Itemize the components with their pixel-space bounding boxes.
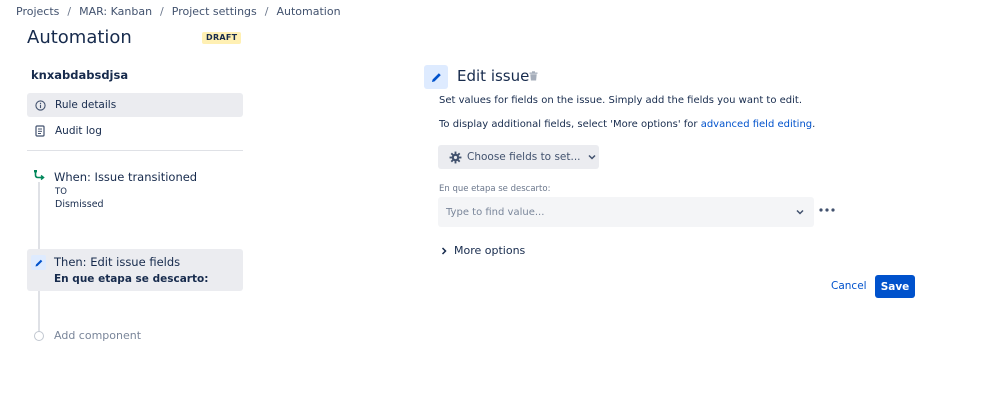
panel-description: Set values for fields on the issue. Simp…	[439, 95, 803, 106]
gear-icon	[449, 151, 462, 164]
breadcrumb: Projects / MAR: Kanban / Project setting…	[16, 3, 341, 19]
breadcrumb-project[interactable]: MAR: Kanban	[79, 5, 152, 18]
action-component[interactable]: Then: Edit issue fields En que etapa se …	[27, 249, 243, 291]
breadcrumb-project-settings[interactable]: Project settings	[172, 5, 257, 18]
save-button[interactable]: Save	[875, 275, 915, 298]
field-placeholder: Type to find value...	[446, 206, 545, 218]
cancel-button[interactable]: Cancel	[825, 275, 873, 297]
edit-issue-pencil-icon	[424, 65, 448, 89]
info-icon	[33, 98, 47, 112]
more-actions-icon[interactable]	[818, 203, 836, 217]
breadcrumb-projects[interactable]: Projects	[16, 5, 59, 18]
add-component-dot-icon	[34, 331, 44, 341]
transition-icon	[32, 168, 46, 182]
trigger-title: When: Issue transitioned	[54, 170, 198, 184]
action-title: Then: Edit issue fields	[54, 255, 181, 269]
sidebar-item-label: Rule details	[55, 99, 117, 111]
chevron-right-icon	[441, 246, 447, 255]
draft-badge: DRAFT	[202, 32, 242, 44]
breadcrumb-separator: /	[264, 4, 269, 18]
more-options-toggle[interactable]: More options	[441, 244, 525, 257]
action-sub: En que etapa se descarto:	[54, 273, 209, 285]
breadcrumb-separator: /	[160, 4, 164, 18]
panel-description-more: To display additional fields, select 'Mo…	[439, 119, 815, 130]
trash-icon[interactable]	[527, 70, 539, 82]
rule-name: knxabdabsdjsa	[31, 68, 129, 82]
sidebar-item-label: Audit log	[55, 125, 102, 137]
chevron-down-icon	[796, 209, 804, 215]
advanced-field-editing-link[interactable]: advanced field editing	[701, 119, 812, 130]
breadcrumb-automation[interactable]: Automation	[276, 5, 340, 18]
pencil-icon	[31, 255, 46, 270]
sidebar-divider	[27, 150, 243, 151]
more-options-label: More options	[454, 244, 526, 257]
breadcrumb-separator: /	[67, 4, 72, 18]
field-value-select[interactable]: Type to find value...	[438, 197, 814, 227]
field-label: En que etapa se descarto:	[439, 184, 551, 194]
sidebar-item-audit-log[interactable]: Audit log	[27, 119, 243, 143]
trigger-sub-value: Dismissed	[55, 199, 104, 210]
choose-fields-button[interactable]: Choose fields to set...	[438, 145, 599, 169]
trigger-sub-label: TO	[55, 187, 67, 197]
sidebar-item-rule-details[interactable]: Rule details	[27, 93, 243, 117]
trigger-component[interactable]: When: Issue transitioned TO Dismissed	[27, 166, 243, 216]
add-component-button[interactable]: Add component	[54, 329, 141, 342]
panel-title: Edit issue	[457, 67, 530, 85]
chevron-down-icon	[587, 154, 596, 160]
desc-text: To display additional fields, select 'Mo…	[439, 119, 701, 130]
desc-suffix: .	[812, 119, 816, 130]
choose-fields-label: Choose fields to set...	[467, 151, 581, 163]
page-title: Automation	[27, 27, 132, 48]
document-icon	[33, 124, 47, 138]
